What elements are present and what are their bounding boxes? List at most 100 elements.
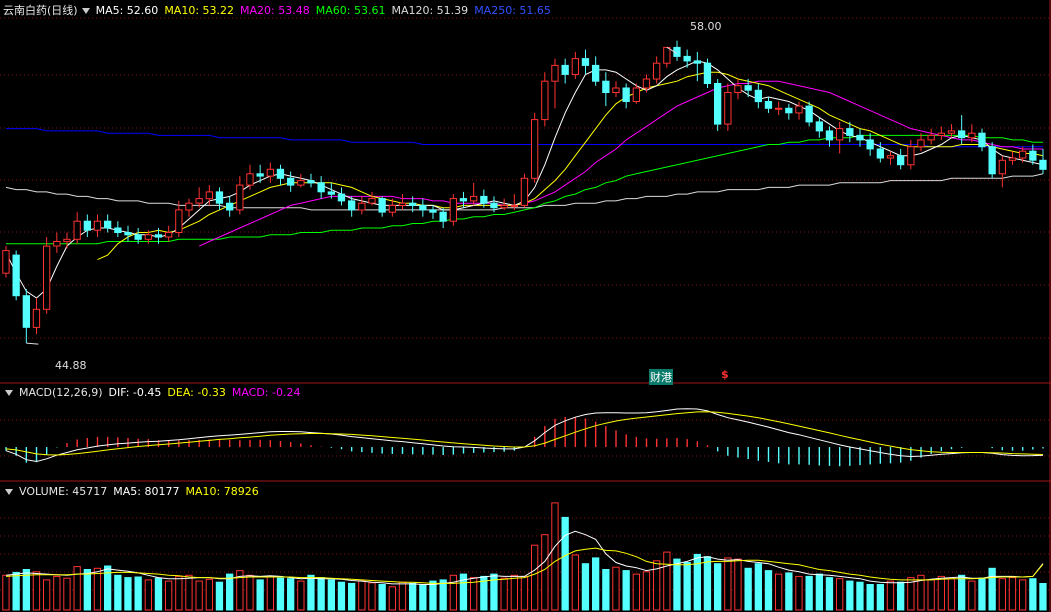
- volume-bar: [12, 571, 20, 611]
- volume-bar: [612, 566, 620, 611]
- volume-bar: [205, 578, 213, 611]
- candle-body: [520, 177, 529, 206]
- candle-body: [185, 202, 193, 211]
- candle-body: [266, 168, 275, 177]
- volume-bar: [429, 580, 437, 611]
- volume-bar: [307, 574, 315, 611]
- vol-ma5-label: MA5: 80177: [113, 485, 180, 498]
- volume-bar: [439, 579, 447, 611]
- ma250-line: [6, 128, 1043, 148]
- volume-bar: [764, 570, 773, 611]
- volume-bar: [63, 577, 71, 611]
- candle-body: [531, 119, 539, 179]
- candle-body: [866, 139, 874, 150]
- volume-bar: [114, 574, 122, 611]
- candle-body: [93, 220, 102, 231]
- candle-body: [348, 200, 356, 211]
- volume-bar: [195, 580, 203, 611]
- candle-body: [592, 64, 600, 82]
- signal-tag[interactable]: $: [721, 368, 729, 381]
- volume-bar: [754, 563, 763, 611]
- volume-bar: [144, 579, 152, 611]
- price-legend: 云南白药(日线) MA5: 52.60 MA10: 53.22 MA20: 53.48…: [3, 3, 557, 19]
- candle-body: [968, 132, 976, 139]
- volume-bar: [744, 567, 752, 611]
- candle-body: [764, 101, 773, 109]
- volume-bar: [734, 558, 742, 611]
- candle-body: [947, 130, 956, 134]
- candle-body: [276, 168, 285, 179]
- volume-bar: [165, 580, 173, 611]
- candle-body: [236, 184, 244, 211]
- macd-title[interactable]: MACD(12,26,9): [19, 386, 103, 399]
- candle-body: [104, 220, 112, 229]
- volume-bar: [520, 575, 529, 611]
- volume-bar: [43, 579, 51, 611]
- candle-body: [368, 198, 376, 204]
- dif-label: DIF: -0.45: [108, 386, 162, 399]
- candle-body: [907, 146, 915, 166]
- volume-bar: [246, 574, 254, 611]
- volume-bar: [836, 578, 844, 611]
- candle-body: [297, 180, 305, 186]
- volume-bar: [2, 574, 10, 611]
- candle-body: [490, 202, 498, 209]
- candle-body: [581, 58, 590, 66]
- candle-body: [632, 87, 641, 102]
- volume-bar: [561, 516, 569, 611]
- candle-body: [937, 132, 946, 136]
- volume-bar: [703, 556, 712, 611]
- candle-body: [510, 204, 519, 207]
- volume-bar: [785, 572, 793, 611]
- vol-ma10-label: MA10: 78926: [185, 485, 259, 498]
- dropdown-arrow-icon[interactable]: [81, 7, 90, 14]
- volume-bar: [256, 579, 264, 611]
- volume-bar: [947, 578, 956, 611]
- candle-body: [561, 64, 569, 75]
- dropdown-arrow-icon[interactable]: [5, 488, 13, 495]
- candle-body: [32, 308, 41, 328]
- stock-chart[interactable]: [0, 0, 1051, 612]
- candle-body: [256, 173, 264, 177]
- candle-body: [22, 295, 31, 328]
- news-tag[interactable]: 财港: [649, 369, 673, 385]
- candle-body: [175, 209, 183, 233]
- dea-label: DEA: -0.33: [167, 386, 226, 399]
- ma60-label: MA60: 53.61: [315, 4, 386, 17]
- volume-bar: [622, 570, 630, 611]
- candle-body: [622, 87, 630, 102]
- volume-title[interactable]: VOLUME: 45717: [19, 485, 107, 498]
- volume-bar: [1019, 579, 1027, 611]
- volume-bar: [409, 582, 417, 611]
- candle-body: [144, 234, 152, 240]
- volume-bar: [541, 534, 549, 611]
- volume-bar: [134, 576, 142, 611]
- candle-body: [287, 177, 295, 186]
- volume-bar: [337, 581, 346, 611]
- volume-bar: [927, 579, 935, 611]
- candle-body: [470, 195, 478, 202]
- volume-bar: [297, 580, 305, 611]
- candle-body: [63, 238, 71, 243]
- dropdown-arrow-icon[interactable]: [5, 389, 13, 396]
- volume-bar: [897, 581, 905, 611]
- candle-body: [734, 85, 742, 93]
- candle-body: [1039, 159, 1047, 170]
- candle-body: [825, 130, 834, 141]
- volume-bar: [856, 581, 864, 611]
- candle-body: [215, 191, 224, 204]
- macd-value-label: MACD: -0.24: [231, 386, 301, 399]
- candle-body: [2, 250, 10, 274]
- candle-body: [693, 60, 702, 64]
- ma250-label: MA250: 51.65: [474, 4, 551, 17]
- macd-legend: MACD(12,26,9) DIF: -0.45 DEA: -0.33 MACD: -…: [3, 385, 306, 401]
- candle-body: [114, 227, 122, 233]
- candle-body: [358, 202, 366, 211]
- stock-title[interactable]: 云南白药(日线): [3, 4, 78, 17]
- volume-bar: [175, 575, 183, 611]
- candle-body: [439, 211, 447, 222]
- candle-body: [154, 234, 163, 238]
- volume-bar: [317, 577, 325, 611]
- volume-bar: [795, 575, 803, 611]
- volume-bar: [93, 567, 102, 611]
